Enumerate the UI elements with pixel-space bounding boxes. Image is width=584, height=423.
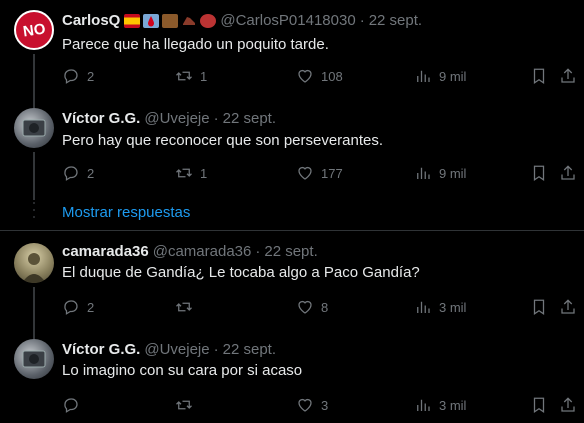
tweet-text: Parece que ha llegado un poquito tarde. xyxy=(62,36,329,53)
avatar[interactable]: NO xyxy=(14,10,54,50)
meat-icon xyxy=(200,14,217,28)
views-icon xyxy=(417,167,430,179)
tweet-date[interactable]: 22 sept. xyxy=(264,242,317,262)
like-button[interactable]: 3 xyxy=(296,395,328,415)
thread-line xyxy=(33,100,35,108)
thread-line xyxy=(33,54,35,100)
author-handle[interactable]: @Uvejeje xyxy=(144,109,209,129)
spain-flag-icon xyxy=(124,14,141,28)
blood-drop-icon xyxy=(143,14,160,28)
tweet[interactable]: Víctor G.G. @Uvejeje · 22 sept. Lo imagi… xyxy=(0,331,584,423)
thread-continuation-dots xyxy=(33,202,35,218)
avatar[interactable] xyxy=(14,243,54,283)
retweet-icon xyxy=(176,71,192,81)
reply-icon xyxy=(64,398,78,413)
views-button[interactable]: 3 mil xyxy=(414,297,466,317)
like-icon xyxy=(298,300,312,314)
like-count: 177 xyxy=(321,165,343,181)
retweet-icon xyxy=(176,168,192,178)
views-button[interactable]: 9 mil xyxy=(414,66,466,86)
share-button[interactable] xyxy=(559,297,577,317)
like-count: 8 xyxy=(321,299,329,315)
share-icon xyxy=(561,299,575,314)
tweet-date[interactable]: 22 sept. xyxy=(223,109,276,129)
avatar[interactable] xyxy=(14,339,54,379)
tweet-date[interactable]: 22 sept. xyxy=(369,11,422,31)
retweet-count: 1 xyxy=(200,165,208,181)
shoe-icon xyxy=(181,14,197,28)
like-button[interactable]: 177 xyxy=(296,163,343,183)
retweet-icon xyxy=(176,302,192,312)
bookmark-button[interactable] xyxy=(530,66,548,86)
share-icon xyxy=(561,165,575,180)
bookmark-icon xyxy=(533,397,545,413)
thread-line xyxy=(33,331,35,339)
author-name[interactable]: camarada36 xyxy=(62,242,149,262)
bookmark-icon xyxy=(533,299,545,315)
reply-icon xyxy=(64,166,78,181)
views-count: 9 mil xyxy=(439,165,467,181)
tweet[interactable]: camarada36 @camarada36 · 22 sept. El duq… xyxy=(0,231,584,331)
retweet-icon xyxy=(176,400,192,410)
author-handle[interactable]: @Uvejeje xyxy=(144,340,209,360)
avatar[interactable] xyxy=(14,108,54,148)
tweet-text: El duque de Gandía¿ Le tocaba algo a Pac… xyxy=(62,264,420,281)
tweet[interactable]: NO CarlosQ @CarlosP01418030 · 22 sept. P… xyxy=(0,0,584,100)
like-icon xyxy=(298,69,312,83)
thread-line xyxy=(33,152,35,200)
author-name[interactable]: Víctor G.G. xyxy=(62,340,140,360)
views-icon xyxy=(417,301,430,313)
reply-count: 2 xyxy=(87,165,95,181)
avatar-logo-text: NO xyxy=(21,20,47,40)
tweet-text: Pero hay que reconocer que son persevera… xyxy=(62,132,384,149)
bookmark-button[interactable] xyxy=(530,395,548,415)
share-button[interactable] xyxy=(559,395,577,415)
show-more-replies-link[interactable]: Mostrar respuestas xyxy=(62,203,190,223)
bookmark-icon xyxy=(533,165,545,181)
like-count: 108 xyxy=(321,68,343,84)
tweet-date[interactable]: 22 sept. xyxy=(223,340,276,360)
like-icon xyxy=(298,166,312,180)
reply-icon xyxy=(64,300,78,315)
retweet-button[interactable]: 1 xyxy=(175,163,207,183)
views-count: 9 mil xyxy=(439,68,467,84)
retweet-button[interactable] xyxy=(175,395,200,415)
share-icon xyxy=(561,68,575,83)
author-name[interactable]: Víctor G.G. xyxy=(62,109,140,129)
share-icon xyxy=(561,397,575,412)
retweet-button[interactable]: 1 xyxy=(175,66,207,86)
like-icon xyxy=(298,398,312,412)
author-handle[interactable]: @camarada36 xyxy=(153,242,252,262)
reply-button[interactable]: 2 xyxy=(62,163,94,183)
retweet-button[interactable] xyxy=(175,297,200,317)
reply-count: 2 xyxy=(87,299,95,315)
views-count: 3 mil xyxy=(439,397,467,413)
briefcase-icon xyxy=(162,14,179,28)
retweet-count: 1 xyxy=(200,68,208,84)
reply-icon xyxy=(64,69,78,84)
like-count: 3 xyxy=(321,397,329,413)
author-handle[interactable]: @CarlosP01418030 xyxy=(220,11,355,31)
reply-button[interactable]: 2 xyxy=(62,66,94,86)
author-name[interactable]: CarlosQ xyxy=(62,11,120,31)
share-button[interactable] xyxy=(559,163,577,183)
tweet-text: Lo imagino con su cara por si acaso xyxy=(62,362,303,379)
tweet[interactable]: Víctor G.G. @Uvejeje · 22 sept. Pero hay… xyxy=(0,100,584,200)
share-button[interactable] xyxy=(559,66,577,86)
reply-button[interactable] xyxy=(62,395,87,415)
views-button[interactable]: 3 mil xyxy=(414,395,466,415)
views-button[interactable]: 9 mil xyxy=(414,163,466,183)
reply-button[interactable]: 2 xyxy=(62,297,94,317)
views-icon xyxy=(417,399,430,411)
bookmark-icon xyxy=(533,68,545,84)
thread-line xyxy=(33,287,35,331)
bookmark-button[interactable] xyxy=(530,297,548,317)
like-button[interactable]: 108 xyxy=(296,66,343,86)
bookmark-button[interactable] xyxy=(530,163,548,183)
views-count: 3 mil xyxy=(439,299,467,315)
like-button[interactable]: 8 xyxy=(296,297,328,317)
views-icon xyxy=(417,70,430,82)
name-emojis xyxy=(124,14,217,28)
reply-count: 2 xyxy=(87,68,95,84)
